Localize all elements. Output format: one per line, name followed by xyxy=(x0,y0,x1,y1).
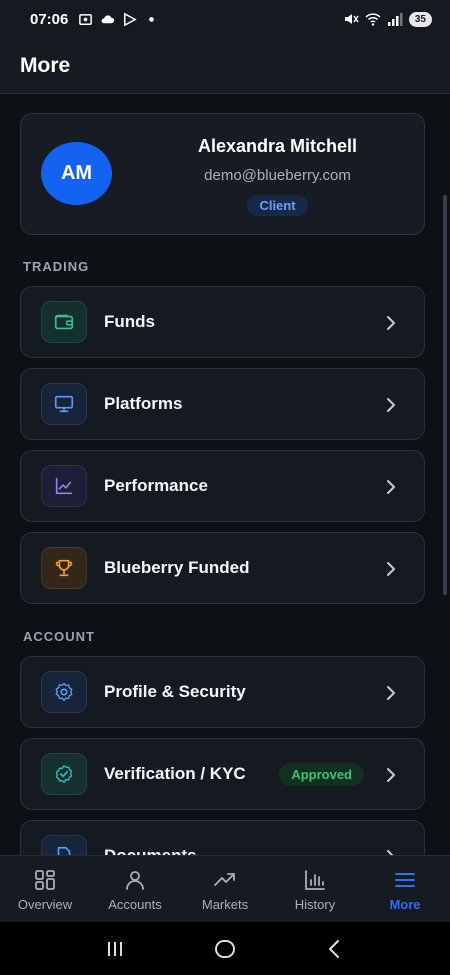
system-nav-bar xyxy=(0,922,450,975)
bottom-nav: Overview Accounts Markets History More xyxy=(0,855,450,922)
menu-item-label: Documents xyxy=(104,846,197,855)
nav-item-history[interactable]: History xyxy=(270,856,360,922)
gear-icon xyxy=(41,671,87,713)
profile-email: demo@blueberry.com xyxy=(204,167,351,184)
menu-item-label: Verification / KYC xyxy=(104,764,246,783)
menu-item-label: Funds xyxy=(104,312,155,331)
nav-item-overview[interactable]: Overview xyxy=(0,856,90,922)
menu-item-funds[interactable]: Funds xyxy=(20,286,425,358)
menu-item-label: Performance xyxy=(104,476,208,495)
menu-item-blueberry-funded[interactable]: Blueberry Funded xyxy=(20,532,425,604)
page-header: More xyxy=(0,38,450,94)
chevron-right-icon xyxy=(387,480,395,494)
recent-apps-icon[interactable] xyxy=(103,937,127,961)
trophy-icon xyxy=(41,547,87,589)
more-content[interactable]: AM Alexandra Mitchell demo@blueberry.com… xyxy=(0,95,450,855)
trend-icon xyxy=(214,873,235,886)
menu-item-verification-kyc[interactable]: Verification / KYC Approved xyxy=(20,738,425,810)
cloud-icon xyxy=(101,14,115,23)
nav-label: History xyxy=(294,897,336,912)
nav-item-more[interactable]: More xyxy=(360,856,450,922)
status-time: 07:06 xyxy=(30,10,69,28)
chevron-right-icon xyxy=(387,398,395,412)
profile-card[interactable]: AM Alexandra Mitchell demo@blueberry.com… xyxy=(20,113,425,235)
nav-label: Overview xyxy=(17,897,73,912)
nav-label: Markets xyxy=(201,897,249,912)
user-icon xyxy=(126,871,144,890)
wifi-icon xyxy=(365,13,381,26)
back-icon[interactable] xyxy=(323,937,347,961)
menu-icon xyxy=(395,873,415,887)
nav-label: Accounts xyxy=(108,897,162,912)
play-icon xyxy=(124,12,138,26)
dot-icon xyxy=(149,16,155,22)
signal-icon xyxy=(387,13,403,26)
wallet-icon xyxy=(41,301,87,343)
menu-item-profile-security[interactable]: Profile & Security xyxy=(20,656,425,728)
menu-item-documents[interactable]: Documents xyxy=(20,820,425,855)
menu-item-label: Profile & Security xyxy=(104,682,246,701)
nav-item-accounts[interactable]: Accounts xyxy=(90,856,180,922)
battery-indicator: 35 xyxy=(408,11,432,27)
document-icon xyxy=(41,835,87,855)
scrollbar[interactable] xyxy=(443,195,447,595)
avatar: AM xyxy=(41,142,112,205)
section-label-trading: TRADING xyxy=(23,259,90,274)
nav-label: More xyxy=(389,897,421,912)
status-badge: Approved xyxy=(279,763,364,786)
chart-line-icon xyxy=(41,465,87,507)
menu-item-label: Blueberry Funded xyxy=(104,558,250,577)
menu-item-platforms[interactable]: Platforms xyxy=(20,368,425,440)
chevron-right-icon xyxy=(387,768,395,782)
screen-record-icon xyxy=(79,13,93,25)
role-badge: Client xyxy=(247,195,308,216)
menu-item-label: Platforms xyxy=(104,394,183,413)
page-title: More xyxy=(20,53,71,77)
chevron-right-icon xyxy=(387,686,395,700)
status-bar: 07:06 35 xyxy=(0,0,450,38)
mute-icon xyxy=(344,14,359,24)
nav-item-markets[interactable]: Markets xyxy=(180,856,270,922)
menu-item-performance[interactable]: Performance xyxy=(20,450,425,522)
chevron-right-icon xyxy=(387,562,395,576)
chevron-right-icon xyxy=(387,316,395,330)
bar-chart-icon xyxy=(305,870,325,890)
profile-name: Alexandra Mitchell xyxy=(197,136,358,156)
home-icon[interactable] xyxy=(213,937,237,961)
monitor-icon xyxy=(41,383,87,425)
section-label-account: ACCOUNT xyxy=(23,629,95,644)
grid-icon xyxy=(35,870,55,890)
shield-check-icon xyxy=(41,753,87,795)
chevron-right-icon xyxy=(387,850,394,855)
